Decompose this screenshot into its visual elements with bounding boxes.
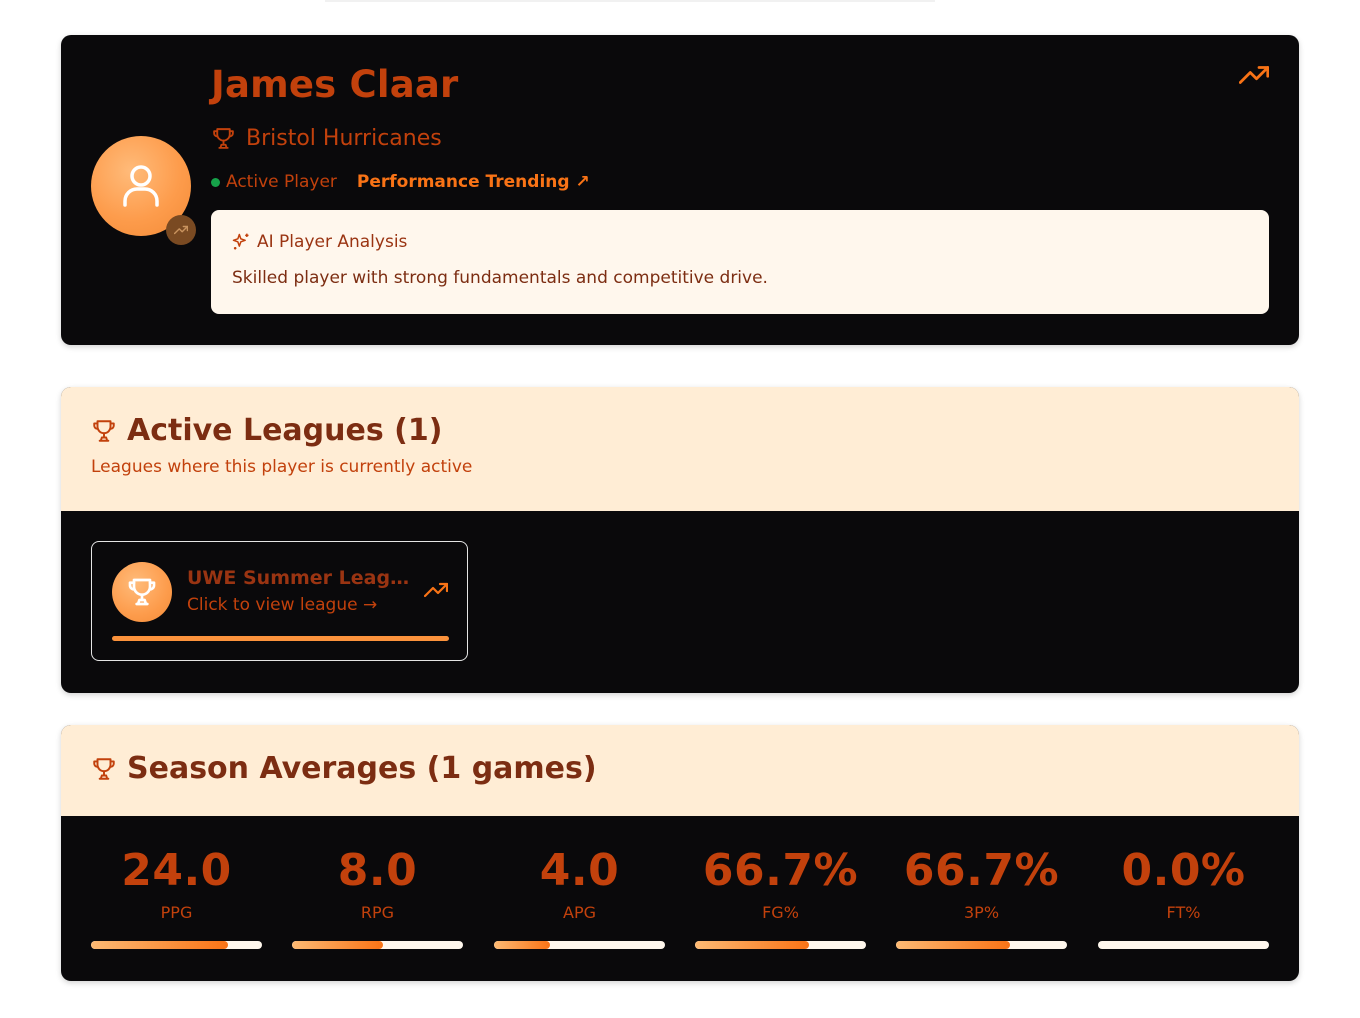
league-icon: [112, 562, 172, 622]
status-badge: Active Player: [226, 172, 337, 192]
stat-bar: [1098, 941, 1269, 949]
trophy-icon: [128, 578, 156, 606]
trend-corner: [1238, 65, 1270, 89]
stat-bar: [896, 941, 1067, 949]
player-profile-card: James Claar Bristol Hurricanes Active Pl…: [61, 35, 1299, 345]
stat-label: APG: [563, 903, 596, 922]
view-league-link[interactable]: Click to view league →: [187, 595, 377, 615]
trophy-icon: [93, 419, 115, 442]
sparkles-icon: [232, 233, 249, 250]
league-trend: [423, 582, 449, 602]
stat-value: 8.0: [337, 845, 418, 896]
stat-ft: 0.0% FT%: [1098, 845, 1269, 949]
analysis-text: Skilled player with strong fundamentals …: [232, 268, 768, 288]
leagues-title-row: Active Leagues (1): [91, 413, 442, 448]
stat-label: FT%: [1166, 903, 1201, 922]
top-divider: [325, 0, 935, 2]
league-name: UWE Summer League: [187, 567, 412, 589]
stat-label: RPG: [360, 903, 395, 922]
leagues-header: Active Leagues (1) Leagues where this pl…: [61, 387, 1299, 511]
stat-bar-fill: [494, 941, 551, 949]
stat-value: 24.0: [121, 845, 232, 896]
stat-bar: [494, 941, 665, 949]
analysis-header: AI Player Analysis: [231, 232, 407, 252]
trending-up-icon: [423, 582, 449, 598]
status-row: Active Player Performance Trending ↗: [211, 170, 590, 194]
leagues-subtitle: Leagues where this player is currently a…: [91, 457, 473, 477]
stat-value: 66.7%: [903, 845, 1060, 896]
stats-row: 24.0 PPG 8.0 RPG 4.0 APG 66.7% FG% 66.7%…: [91, 845, 1269, 965]
team-row: Bristol Hurricanes: [211, 123, 442, 153]
season-averages-card: Season Averages (1 games) 24.0 PPG 8.0 R…: [61, 725, 1299, 981]
leagues-title: Active Leagues (1): [127, 413, 443, 448]
stat-label: PPG: [160, 903, 193, 922]
averages-title-row: Season Averages (1 games): [91, 751, 597, 786]
stat-bar-fill: [292, 941, 383, 949]
stat-rpg: 8.0 RPG: [292, 845, 463, 949]
league-card[interactable]: UWE Summer League Click to view league →: [91, 541, 468, 661]
team-name: Bristol Hurricanes: [246, 125, 442, 151]
stat-bar-fill: [91, 941, 228, 949]
analysis-title: AI Player Analysis: [257, 232, 408, 252]
stat-label: 3P%: [963, 903, 1000, 922]
stat-bar-fill: [896, 941, 1011, 949]
stat-value: 0.0%: [1121, 845, 1246, 896]
stat-bar: [91, 941, 262, 949]
stat-fg: 66.7% FG%: [695, 845, 866, 949]
stat-bar-fill: [695, 941, 810, 949]
stat-ppg: 24.0 PPG: [91, 845, 262, 949]
stat-value: 66.7%: [702, 845, 859, 896]
ai-analysis-box: AI Player Analysis Skilled player with s…: [211, 210, 1269, 314]
trophy-icon: [213, 127, 234, 149]
avatar-trend-badge: [166, 215, 196, 245]
league-progress-bar: [112, 636, 449, 641]
stat-bar: [695, 941, 866, 949]
trophy-icon: [93, 757, 115, 780]
performance-trend-label: Performance Trending ↗: [356, 172, 590, 192]
averages-title: Season Averages (1 games): [127, 751, 597, 786]
stat-value: 4.0: [539, 845, 620, 896]
status-dot: [211, 177, 220, 187]
stat-apg: 4.0 APG: [494, 845, 665, 949]
stat-3p: 66.7% 3P%: [896, 845, 1067, 949]
averages-header: Season Averages (1 games): [61, 725, 1299, 816]
stat-bar: [292, 941, 463, 949]
active-leagues-card: Active Leagues (1) Leagues where this pl…: [61, 387, 1299, 693]
trending-up-icon: [174, 225, 188, 235]
user-icon: [123, 165, 159, 207]
stat-label: FG%: [762, 903, 799, 922]
player-name: James Claar: [211, 63, 459, 106]
trending-up-icon: [1238, 66, 1270, 84]
